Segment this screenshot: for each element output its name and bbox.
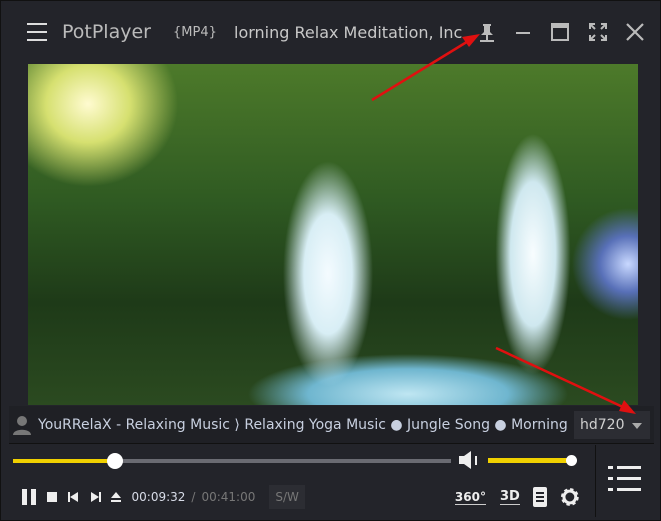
close-icon[interactable] [624,21,646,43]
video-title: lorning Relax Meditation, Inc [234,23,462,42]
format-label: {MP4} [173,25,217,40]
playlist-button[interactable] [595,445,655,517]
seek-bar[interactable] [13,453,451,469]
fullscreen-icon[interactable] [587,21,609,43]
volume-slider[interactable] [488,455,577,466]
info-bar: YouRRelaX - Relaxing Music ⟩ Relaxing Yo… [9,406,654,444]
quality-dropdown[interactable]: hd720 [574,411,650,439]
time-separator: / [191,490,196,504]
current-time: 00:09:32 [131,490,186,504]
previous-icon[interactable] [66,491,88,503]
equalizer-icon[interactable] [520,487,559,507]
minimize-icon[interactable] [512,21,534,43]
maximize-icon[interactable] [549,21,571,43]
potplayer-window: PotPlayer {MP4} lorning Relax Meditation… [0,0,661,521]
playlist-icon [608,466,641,491]
sw-button[interactable]: S/W [269,485,305,509]
360-button[interactable]: 360° [454,490,486,505]
menu-icon[interactable] [27,23,47,41]
total-time: 00:41:00 [201,490,256,504]
video-area[interactable] [28,64,638,405]
settings-gear-icon[interactable] [559,486,581,508]
pin-icon[interactable] [476,21,498,43]
seek-handle[interactable] [107,453,124,469]
volume-handle[interactable] [565,455,577,466]
next-icon[interactable] [88,491,110,503]
volume-fill [488,458,572,463]
pause-icon[interactable] [21,489,37,505]
quality-value: hd720 [580,417,625,433]
title-bar[interactable]: PotPlayer {MP4} lorning Relax Meditation… [1,1,661,64]
stop-icon[interactable] [37,491,67,503]
channel-marquee[interactable]: YouRRelaX - Relaxing Music ⟩ Relaxing Yo… [38,417,573,433]
seek-fill [13,459,116,463]
app-name: PotPlayer [62,21,151,43]
user-icon [13,415,31,435]
eject-icon[interactable] [110,491,132,503]
chevron-down-icon [632,423,642,434]
3d-button[interactable]: 3D [499,489,520,505]
volume-icon[interactable] [459,451,481,469]
control-panel: 00:09:32 / 00:41:00 S/W 360° 3D [9,445,593,517]
